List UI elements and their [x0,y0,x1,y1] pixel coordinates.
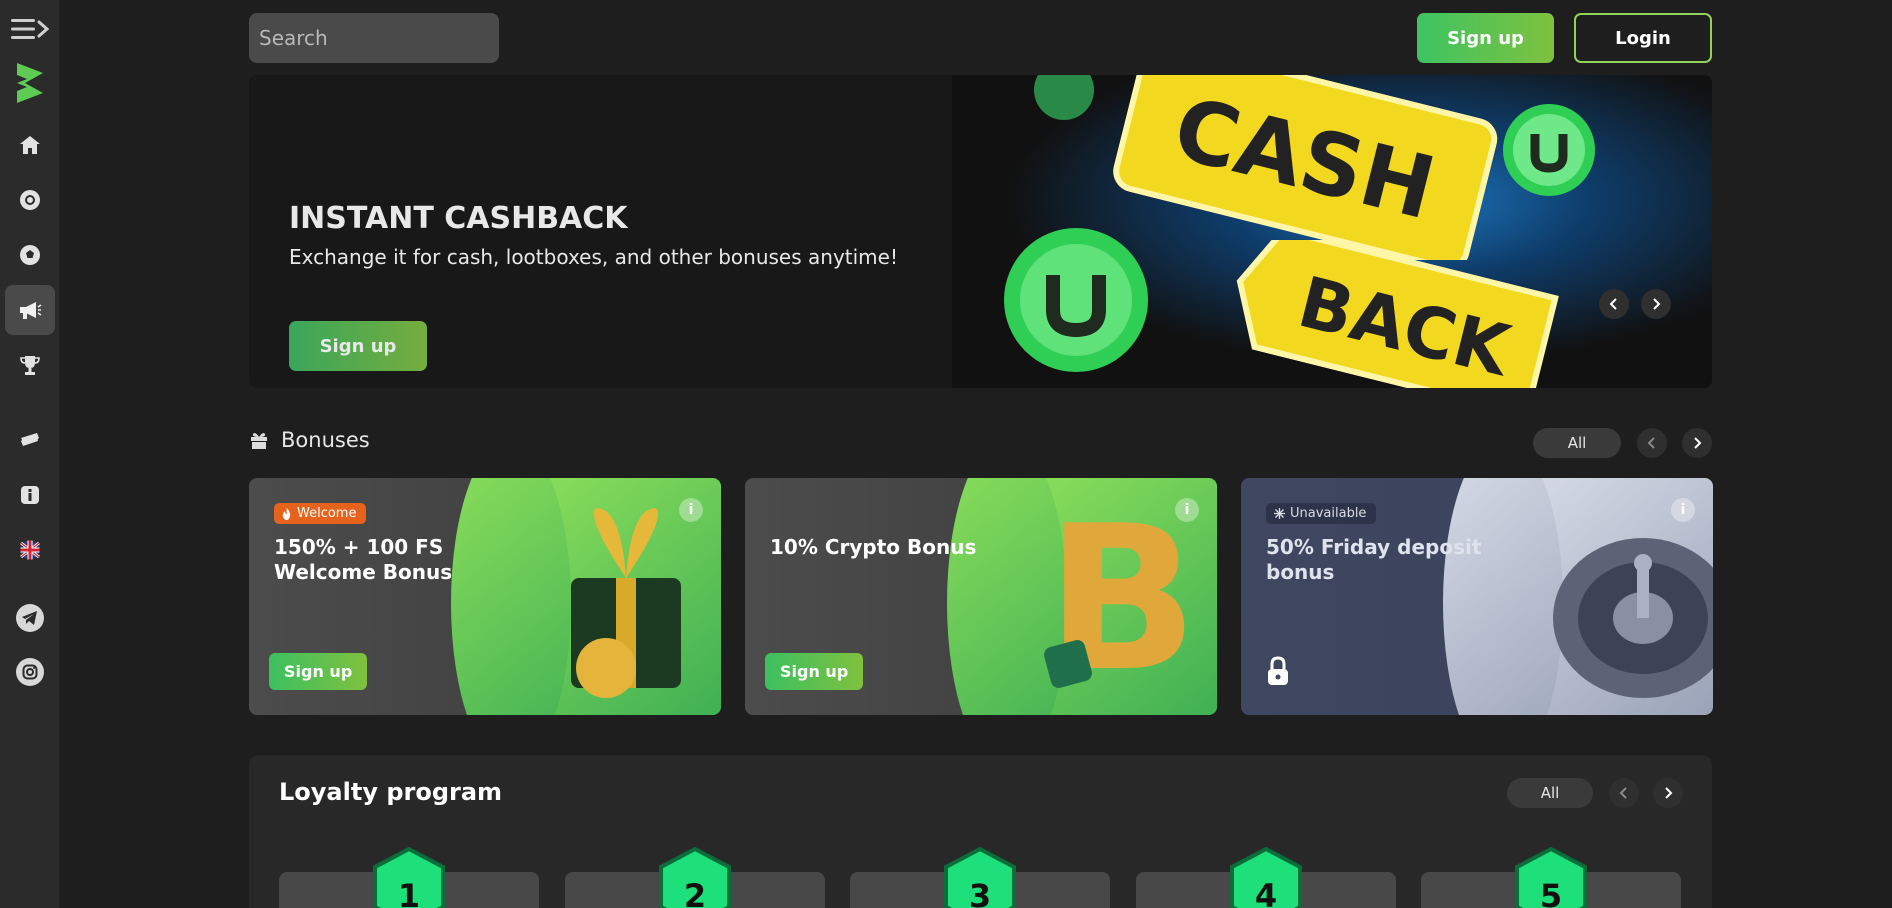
home-icon [20,136,40,154]
telegram-link[interactable] [5,593,55,643]
bonuses-title: Bonuses [281,428,370,452]
level-number: 5 [1539,877,1563,908]
loyalty-level-card[interactable]: 3 [850,847,1110,908]
nav-home[interactable] [5,120,55,170]
bonuses-next-button[interactable] [1682,428,1712,458]
chevron-left-icon [1619,787,1627,799]
coin-icon [1034,75,1094,120]
nav-vip[interactable] [5,415,55,465]
megaphone-icon [20,302,42,319]
level-number: 4 [1254,877,1278,908]
coin-icon [1503,104,1595,196]
login-button[interactable]: Login [1574,13,1712,63]
bonuses-prev-button[interactable] [1637,428,1667,458]
ticket-icon [21,433,39,446]
info-icon [21,486,39,504]
menu-toggle-button[interactable] [5,4,55,54]
bonus-title: 10% Crypto Bonus [770,535,977,559]
back-sign-icon: BACK [1236,240,1559,388]
chevron-left-icon [1609,298,1617,310]
instagram-link[interactable] [5,647,55,697]
chevron-right-icon [1653,298,1661,310]
loyalty-section: Loyalty program All 1 2 3 4 5 [249,755,1712,908]
loyalty-next-button[interactable] [1653,778,1683,808]
menu-arrow-icon [11,19,49,39]
brand-logo[interactable] [5,58,55,108]
loyalty-level-card[interactable]: 4 [1136,847,1396,908]
brand-logo-icon [17,63,43,103]
level-number: 1 [397,877,421,908]
bonus-signup-button[interactable]: Sign up [765,653,864,690]
loyalty-level-card[interactable]: 1 [279,847,539,908]
nav-tournaments[interactable] [5,340,55,390]
signup-button[interactable]: Sign up [1417,13,1554,63]
info-icon[interactable]: i [1175,498,1199,522]
loyalty-prev-button[interactable] [1609,778,1639,808]
uk-flag-icon [20,540,40,560]
banner-subtitle: Exchange it for cash, lootboxes, and oth… [289,245,898,269]
bonus-card[interactable]: B 10% Crypto Bonus Sign up i [745,478,1217,715]
bonus-title: 150% + 100 FS Welcome Bonus [274,535,453,584]
search-input[interactable] [259,26,508,50]
loyalty-level-card[interactable]: 5 [1421,847,1681,908]
gift-icon [251,433,267,449]
banner-next-button[interactable] [1641,289,1671,319]
bonus-card[interactable]: Unavailable 50% Friday deposit bonus i [1241,478,1713,715]
banner-prev-button[interactable] [1599,289,1629,319]
gift-box-icon [571,508,681,698]
chevron-right-icon [1694,437,1702,449]
trophy-icon [20,356,40,375]
loyalty-all-button[interactable]: All [1507,778,1593,808]
banner-signup-button[interactable]: Sign up [289,321,427,371]
chevron-left-icon [1647,437,1655,449]
bonus-signup-button[interactable]: Sign up [269,653,368,690]
instagram-icon [16,658,44,686]
nav-casino[interactable] [5,175,55,225]
info-icon[interactable]: i [679,498,703,522]
flame-icon [282,507,291,520]
language-selector[interactable] [5,525,55,575]
soccer-ball-icon [20,245,40,265]
casino-chip-icon [20,190,40,210]
promo-banner: INSTANT CASHBACK Exchange it for cash, l… [249,75,1712,388]
snowflake-icon [1274,508,1285,519]
sidebar [0,0,60,908]
telegram-icon [16,604,44,632]
bonuses-header: Bonuses [249,428,370,452]
info-icon[interactable]: i [1671,498,1695,522]
nav-promotions[interactable] [5,285,55,335]
welcome-badge: Welcome [274,503,367,524]
unavailable-badge: Unavailable [1266,503,1377,524]
level-number: 3 [968,877,992,908]
roulette-icon [1553,538,1713,698]
search-box [249,13,508,63]
badge-label: Unavailable [1290,506,1367,521]
loyalty-title: Loyalty program [279,778,503,806]
bonuses-all-button[interactable]: All [1533,428,1621,458]
nav-info[interactable] [5,470,55,520]
bonus-card[interactable]: Welcome 150% + 100 FS Welcome Bonus Sign… [249,478,721,715]
loyalty-level-card[interactable]: 2 [565,847,825,908]
level-number: 2 [683,877,707,908]
badge-label: Welcome [297,506,357,521]
bonus-title: 50% Friday deposit bonus [1266,535,1482,584]
banner-title: INSTANT CASHBACK [289,201,628,236]
chevron-right-icon [1665,787,1673,799]
nav-sports[interactable] [5,230,55,280]
bitcoin-icon: B [1044,493,1198,703]
lock-icon [1268,656,1288,685]
cash-sign-icon: CASH [1113,75,1498,260]
